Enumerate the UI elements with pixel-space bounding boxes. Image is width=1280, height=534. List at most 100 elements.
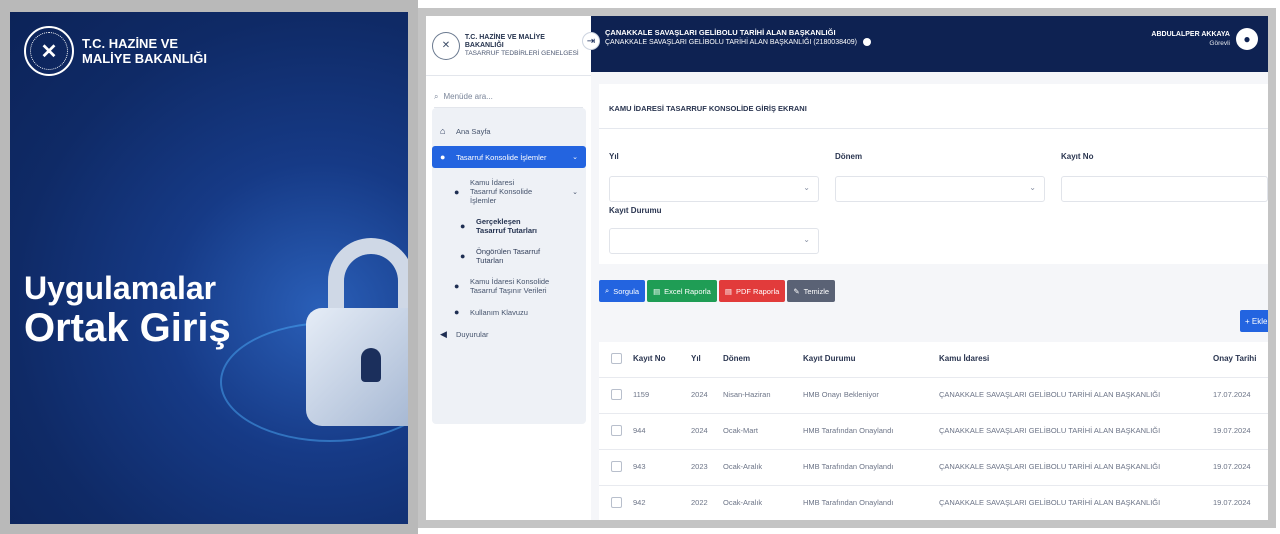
- megaphone-icon: ◀: [440, 329, 447, 339]
- header-year[interactable]: Yıl: [691, 354, 701, 363]
- ministry-name-line1: T.C. HAZİNE VE: [82, 36, 179, 51]
- sidebar-item-tasinir-verileri[interactable]: ● Kamu İdaresi Konsolide Tasarruf Taşını…: [432, 271, 586, 301]
- pdf-report-button[interactable]: ▤ PDF Raporla: [718, 280, 786, 302]
- search-input[interactable]: Menüde ara...: [443, 92, 492, 101]
- cell-approval-date: 19.07.2024: [1213, 426, 1251, 435]
- record-no-label: Kayıt No: [1061, 152, 1094, 161]
- record-status-select[interactable]: ⌄: [609, 228, 819, 254]
- lock-icon: [306, 238, 408, 438]
- action-buttons: ⌕ Sorgula ▤ Excel Raporla ▤ PDF Raporla ✎ Te…: [599, 280, 836, 302]
- user-name: ABDULALPER AKKAYA: [1151, 31, 1230, 38]
- select-all-checkbox[interactable]: [611, 353, 622, 364]
- sidebar-item-label: Duyurular: [456, 330, 489, 339]
- table-row[interactable]: 942 2022 Ocak-Aralık HMB Tarafından Onay…: [599, 486, 1268, 520]
- cell-record-status: HMB Tarafından Onaylandı: [803, 462, 894, 471]
- pdf-button-label: PDF Raporla: [735, 286, 780, 296]
- table-row[interactable]: 1159 2024 Nisan-Haziran HMB Onayı Beklen…: [599, 378, 1268, 414]
- cell-period: Ocak-Aralık: [723, 498, 763, 507]
- cell-public-authority: ÇANAKKALE SAVAŞLARI GELİBOLU TARİHİ ALAN…: [939, 462, 1161, 471]
- topbar-title-line2: ÇANAKKALE SAVAŞLARI GELİBOLU TARİHİ ALAN…: [605, 39, 857, 46]
- cell-public-authority: ÇANAKKALE SAVAŞLARI GELİBOLU TARİHİ ALAN…: [939, 390, 1161, 399]
- sidebar-item-label: Kullanım Klavuzu: [470, 307, 528, 317]
- excel-icon: ▤: [653, 286, 661, 296]
- excel-button-label: Excel Raporla: [664, 286, 711, 296]
- row-checkbox[interactable]: [611, 425, 622, 436]
- header-record-status[interactable]: Kayıt Durumu: [803, 354, 855, 363]
- chevron-down-icon: ⌄: [572, 188, 578, 196]
- sidebar-item-home[interactable]: ⌂ Ana Sayfa: [432, 120, 586, 142]
- year-select[interactable]: ⌄: [609, 176, 819, 202]
- chevron-down-icon: ⌄: [803, 235, 810, 244]
- sidebar-header[interactable]: ✕ T.C. HAZİNE VE MALİYE BAKANLIĞI TASARR…: [426, 16, 591, 76]
- sidebar-item-label: Tasarruf Konsolide İşlemler: [456, 152, 547, 162]
- add-button[interactable]: + Ekle: [1240, 310, 1268, 332]
- cell-period: Nisan-Haziran: [723, 390, 771, 399]
- period-label: Dönem: [835, 152, 863, 161]
- table-row[interactable]: 944 2024 Ocak-Mart HMB Tarafından Onayla…: [599, 414, 1268, 450]
- sidebar-toggle-icon[interactable]: ⇥: [582, 32, 600, 50]
- chevron-down-icon: ⌄: [1029, 183, 1036, 192]
- main-content: KAMU İDARESİ TASARRUF KONSOLİDE GİRİŞ EK…: [591, 72, 1268, 520]
- sidebar-org-line1: T.C. HAZİNE VE MALİYE BAKANLIĞI: [464, 33, 545, 49]
- sidebar-item-label: Kamu İdaresi Konsolide Tasarruf Taşınır …: [470, 277, 550, 295]
- topbar-title: ÇANAKKALE SAVAŞLARI GELİBOLU TARİHİ ALAN…: [605, 28, 871, 48]
- search-icon: ⌕: [434, 91, 439, 101]
- row-checkbox[interactable]: [611, 497, 622, 508]
- lock-icon: ●: [454, 281, 460, 291]
- header-approval-date[interactable]: Onay Tarihi: [1213, 354, 1256, 363]
- period-select[interactable]: ⌄: [835, 176, 1045, 202]
- pdf-icon: ▤: [724, 286, 732, 296]
- ministry-name-line2: MALİYE BAKANLIĞI: [82, 51, 207, 66]
- user-menu[interactable]: ABDULALPER AKKAYA Görevli ●: [1151, 28, 1258, 50]
- header-public-authority[interactable]: Kamu İdaresi: [939, 354, 989, 363]
- ministry-name: T.C. HAZİNE VE MALİYE BAKANLIĞI: [82, 36, 207, 66]
- cell-public-authority: ÇANAKKALE SAVAŞLARI GELİBOLU TARİHİ ALAN…: [939, 498, 1161, 507]
- avatar-icon[interactable]: ●: [1236, 28, 1258, 50]
- sidebar-item-kamu-idaresi[interactable]: ● Kamu İdaresi Tasarruf Konsolide İşleml…: [432, 172, 586, 211]
- filter-card: KAMU İDARESİ TASARRUF KONSOLİDE GİRİŞ EK…: [599, 84, 1268, 264]
- sidebar-item-label: Gerçekleşen Tasarruf Tutarları: [476, 217, 537, 235]
- cell-record-no: 944: [633, 426, 646, 435]
- page-title: KAMU İDARESİ TASARRUF KONSOLİDE GİRİŞ EK…: [609, 104, 807, 113]
- sidebar-search[interactable]: ⌕ Menüde ara...: [434, 86, 583, 108]
- cell-year: 2022: [691, 498, 708, 507]
- record-no-input[interactable]: [1061, 176, 1268, 202]
- sidebar-item-label: Kamu İdaresi Tasarruf Konsolide İşlemler: [470, 178, 533, 205]
- sidebar-item-tasarruf-konsolide[interactable]: ● Tasarruf Konsolide İşlemler ⌄: [432, 146, 586, 168]
- clear-button[interactable]: ✎ Temizle: [787, 280, 836, 302]
- lock-icon: ●: [460, 251, 466, 261]
- cell-public-authority: ÇANAKKALE SAVAŞLARI GELİBOLU TARİHİ ALAN…: [939, 426, 1161, 435]
- sidebar-menu: ⌂ Ana Sayfa ● Tasarruf Konsolide İşlemle…: [432, 108, 586, 424]
- row-checkbox[interactable]: [611, 461, 622, 472]
- chevron-down-icon: ⌄: [572, 154, 578, 161]
- excel-report-button[interactable]: ▤ Excel Raporla: [647, 280, 717, 302]
- topbar-title-line1: ÇANAKKALE SAVAŞLARI GELİBOLU TARİHİ ALAN…: [605, 28, 836, 37]
- info-icon[interactable]: [862, 38, 871, 47]
- promo-title: Uygulamalar Ortak Giriş: [24, 270, 231, 350]
- cell-year: 2023: [691, 462, 708, 471]
- ministry-logo: ✕ T.C. HAZİNE VE MALİYE BAKANLIĞI: [24, 26, 207, 76]
- promo-title-line2: Ortak Giriş: [24, 306, 231, 350]
- sidebar-item-gerceklesen[interactable]: ● Gerçekleşen Tasarruf Tutarları: [432, 211, 586, 241]
- search-button[interactable]: ⌕ Sorgula: [599, 280, 646, 302]
- cell-approval-date: 19.07.2024: [1213, 498, 1251, 507]
- sidebar-org: T.C. HAZİNE VE MALİYE BAKANLIĞI TASARRUF…: [465, 34, 585, 58]
- lock-icon: ●: [454, 186, 460, 197]
- screenshot-stage: ✕ T.C. HAZİNE VE MALİYE BAKANLIĞI Uygula…: [0, 0, 1280, 534]
- header-record-no[interactable]: Kayıt No: [633, 354, 665, 363]
- sidebar-item-kullanim-klavuzu[interactable]: ● Kullanım Klavuzu: [432, 301, 586, 323]
- sidebar: ✕ T.C. HAZİNE VE MALİYE BAKANLIĞI TASARR…: [426, 16, 591, 520]
- table-row[interactable]: 943 2023 Ocak-Aralık HMB Tarafından Onay…: [599, 450, 1268, 486]
- user-role: Görevli: [1209, 40, 1230, 47]
- promo-title-line1: Uygulamalar: [24, 270, 217, 306]
- sidebar-item-duyurular[interactable]: ◀ Duyurular: [432, 323, 586, 346]
- sidebar-item-label: Öngörülen Tasarruf Tutarları: [476, 247, 541, 265]
- cell-record-no: 1159: [633, 390, 650, 399]
- row-checkbox[interactable]: [611, 389, 622, 400]
- cell-record-no: 943: [633, 462, 646, 471]
- cell-record-status: HMB Onayı Bekleniyor: [803, 390, 879, 399]
- chevron-down-icon: ⌄: [803, 183, 810, 192]
- sidebar-item-ongorulen[interactable]: ● Öngörülen Tasarruf Tutarları: [432, 241, 586, 271]
- cell-year: 2024: [691, 426, 708, 435]
- header-period[interactable]: Dönem: [723, 354, 750, 363]
